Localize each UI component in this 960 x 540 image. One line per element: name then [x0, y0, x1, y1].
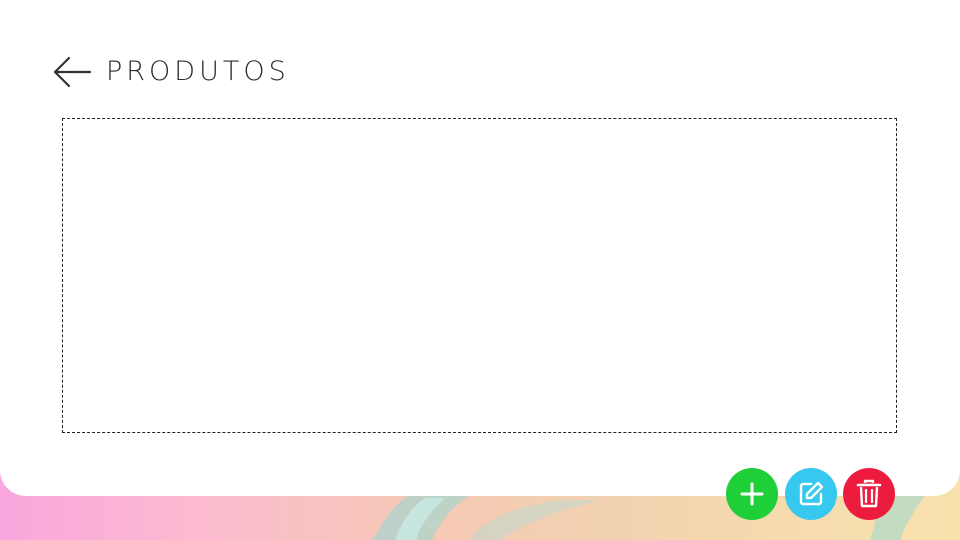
page-header: PRODUTOS — [52, 52, 290, 92]
products-content-area — [62, 118, 897, 433]
delete-button[interactable] — [843, 468, 895, 520]
trash-icon — [856, 479, 882, 508]
back-button[interactable] — [52, 52, 92, 92]
edit-icon — [799, 481, 824, 506]
add-button[interactable] — [726, 468, 778, 520]
page-title: PRODUTOS — [106, 56, 290, 87]
edit-button[interactable] — [785, 468, 837, 520]
main-card: PRODUTOS — [0, 0, 960, 496]
arrow-left-icon — [53, 56, 92, 88]
plus-icon — [740, 482, 764, 506]
